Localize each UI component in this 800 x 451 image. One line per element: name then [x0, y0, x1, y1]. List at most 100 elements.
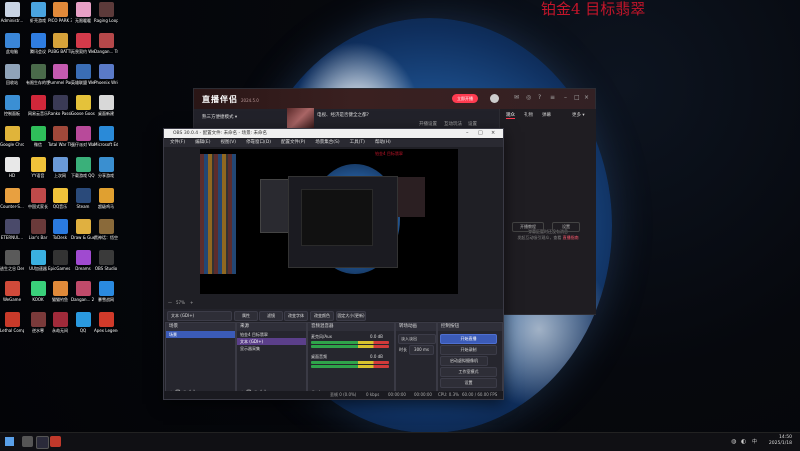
desktop-icon[interactable]: Draw & Guess - ... [71, 219, 95, 240]
menu-profile[interactable]: 配置文件(P) [281, 140, 305, 145]
desktop-icon[interactable]: 英雄联盟 WeGame版 [71, 64, 95, 85]
desktop-icon[interactable]: 此电脑 [0, 33, 24, 54]
menu-file[interactable]: 文件(F) [170, 140, 185, 145]
desktop-icon[interactable]: 有限生存的世界 [26, 64, 50, 85]
volume-icon[interactable]: ◐ [741, 438, 746, 445]
desktop-icon[interactable]: Total War THREE K... [48, 126, 72, 147]
obs-window[interactable]: OBS 30.0.4 - 配置文件: 未命名 - 场景: 未命名 – □ × 文… [163, 128, 504, 400]
zoom-in-icon[interactable]: + [190, 299, 193, 307]
menu-tools[interactable]: 工具(T) [350, 140, 365, 145]
desktop-icon[interactable]: QQ音乐 [48, 188, 72, 209]
desktop-icon[interactable]: Dreams [71, 250, 95, 271]
studio-mode-button[interactable]: 工作室模式 [440, 367, 497, 377]
desktop-icon[interactable]: HD [0, 157, 24, 178]
desktop-icon[interactable]: ToDesk [48, 219, 72, 240]
desktop-icon[interactable]: Liar's Bar [26, 219, 50, 240]
avatar[interactable] [490, 94, 499, 103]
desktop-icon[interactable]: 控制面板 [0, 95, 24, 116]
desktop-icon[interactable]: Steam [71, 188, 95, 209]
desktop-icon[interactable]: OBS Studio [94, 250, 118, 271]
tab-danmaku[interactable]: 弹幕 [542, 112, 551, 118]
desktop-icon[interactable]: Apex Legends [94, 312, 118, 333]
desktop-icon[interactable]: WeGame [0, 281, 24, 302]
desktop-icon[interactable]: 逃生之谷 Demo [0, 250, 24, 271]
desktop-icon[interactable]: 虾壳游戏 [26, 2, 50, 23]
change-font-button[interactable]: 改变字体 [284, 311, 308, 321]
change-color-button[interactable]: 改变颜色 [310, 311, 334, 321]
desktop-icon[interactable]: 下载游戏 QQ音乐 [71, 157, 95, 178]
stream-cover-thumbnail[interactable] [287, 108, 314, 128]
desktop-icon[interactable]: 蛋仔派对 Wallpaper... [71, 126, 95, 147]
duration-input[interactable]: 300 ms [409, 345, 434, 355]
menu-help[interactable]: 帮助(H) [375, 140, 391, 145]
menu-view[interactable]: 视图(V) [220, 140, 236, 145]
settings-button[interactable]: 设置 [440, 378, 497, 388]
tutorial-button[interactable]: 开播教程 [512, 222, 544, 232]
tab-viewers[interactable]: 观众 [506, 112, 515, 119]
desktop-icon[interactable]: Lethal Company [0, 312, 24, 333]
tab-gifts[interactable]: 礼物 [524, 112, 533, 118]
network-icon[interactable]: ◍ [731, 438, 736, 445]
desktop-icon[interactable]: PICO PARK 3 [48, 2, 72, 23]
desktop-icon[interactable]: 暴雪战网 [94, 281, 118, 302]
desktop-icon[interactable]: KOOK [26, 281, 50, 302]
menu-scene-collection[interactable]: 场景集合(S) [315, 140, 339, 145]
desktop-icon[interactable]: Pummel Party [48, 64, 72, 85]
source-item[interactable]: 文本 (GDI+) [237, 338, 306, 345]
desktop-icon[interactable]: YY语音 [26, 157, 50, 178]
room-mode-selector[interactable]: 熟三方便捷模式 ▾ [202, 114, 237, 120]
close-icon[interactable]: × [491, 129, 495, 138]
desktop-icon[interactable]: ETERNUL... [0, 219, 24, 240]
desktop-icon[interactable]: EpicGames Launcher [48, 250, 72, 271]
start-stream-button[interactable]: 立即开播 [452, 94, 478, 103]
input-language[interactable]: 中 [752, 438, 757, 445]
transition-select[interactable]: 淡入淡出 [398, 334, 436, 344]
desktop-icon[interactable]: Counter-S... [0, 188, 24, 209]
menu-icon[interactable]: ≡ [550, 94, 555, 101]
start-button[interactable] [5, 437, 14, 446]
obs-preview[interactable]: 铂金4 目标翡翠 [200, 149, 458, 294]
scene-item[interactable]: 场景 [166, 331, 235, 338]
fixed-size-button[interactable]: 固定大小(更新) [336, 311, 366, 321]
desktop-icon[interactable]: QQ [71, 312, 95, 333]
desktop-icon[interactable]: Ranko Passion... [48, 95, 72, 116]
desktop-icon[interactable]: 桌面新建 [94, 95, 118, 116]
minimize-icon[interactable]: – [564, 94, 567, 101]
desktop-icon[interactable]: 回收站 [0, 64, 24, 85]
desktop-icon[interactable]: 分享游戏 [94, 157, 118, 178]
desktop-icon[interactable]: 网易云音乐 [26, 95, 50, 116]
mail-icon[interactable]: ✉ [514, 94, 519, 101]
start-streaming-button[interactable]: 开始直播 [440, 334, 497, 344]
minimize-icon[interactable]: – [466, 129, 469, 138]
desktop-icon[interactable]: UU加速器 [26, 250, 50, 271]
maximize-icon[interactable]: □ [478, 129, 483, 138]
desktop-icon[interactable]: 逆水寒 [26, 312, 50, 333]
desktop-icon[interactable]: 猫猫钓鱼 [48, 281, 72, 302]
headset-icon[interactable]: ◎ [526, 94, 531, 101]
desktop-icon[interactable]: Raging Loop [94, 2, 118, 23]
filters-button[interactable]: 滤镜 [259, 311, 283, 321]
desktop-icon[interactable]: PUBG BATTLEGR... [48, 33, 72, 54]
sidebar-settings-button[interactable]: 设置 [552, 222, 580, 232]
tab-settings[interactable]: 设置 [468, 121, 477, 127]
source-item[interactable]: 铂金4 目标翡翠 [237, 331, 306, 338]
desktop-icon[interactable]: 超级鸡马 [94, 188, 118, 209]
desktop-icon[interactable]: Administr... [0, 2, 24, 23]
guide-link[interactable]: 直播指南 [563, 235, 579, 240]
properties-button[interactable]: 属性 [234, 311, 258, 321]
desktop-icon[interactable]: 无限暖暖 [71, 2, 95, 23]
stream-title[interactable]: 电视、经济是否健全之都? [317, 112, 369, 118]
desktop-icon[interactable]: Goose Goose Duck [71, 95, 95, 116]
zoom-out-icon[interactable]: — [168, 299, 172, 307]
desktop-icon[interactable]: Microsoft Edge [94, 126, 118, 147]
desktop-icon[interactable]: Phoenix Wright A... [94, 64, 118, 85]
streaming-app-taskbar-icon[interactable] [50, 436, 61, 447]
desktop-icon[interactable]: Dangan... 2 Goodb... [71, 281, 95, 302]
desktop-icon[interactable]: 中国式家长 [26, 188, 50, 209]
menu-docks[interactable]: 停靠窗口(D) [246, 140, 271, 145]
close-icon[interactable]: × [584, 94, 589, 101]
desktop-icon[interactable]: Dangan... Trigger H... [94, 33, 118, 54]
start-recording-button[interactable]: 开始录制 [440, 345, 497, 355]
help-icon[interactable]: ? [538, 94, 541, 101]
search-icon[interactable] [22, 436, 33, 447]
